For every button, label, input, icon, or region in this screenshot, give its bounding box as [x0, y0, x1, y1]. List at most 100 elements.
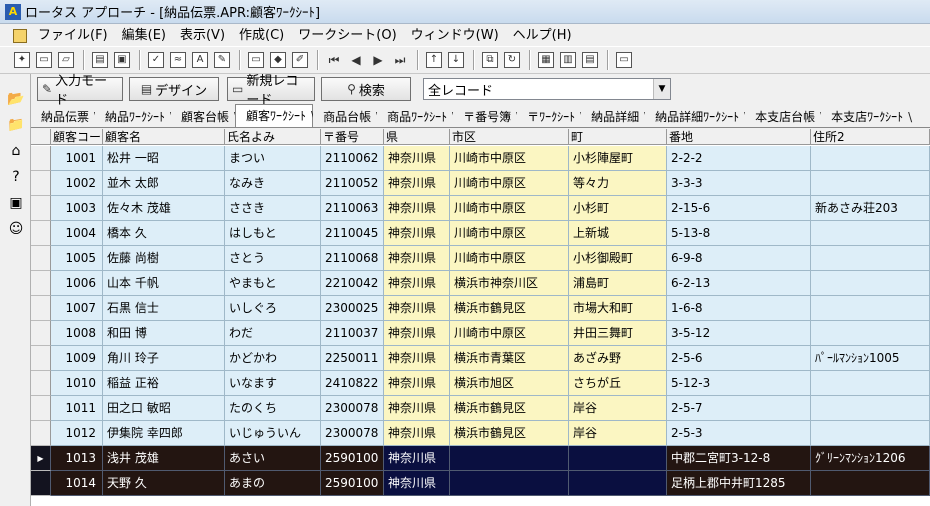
- cell-town[interactable]: 等々力: [569, 171, 667, 196]
- current-record-indicator-icon[interactable]: ▶: [31, 446, 51, 471]
- cell-city[interactable]: 横浜市青葉区: [450, 346, 569, 371]
- cell-city[interactable]: 川崎市中原区: [450, 246, 569, 271]
- new-file-icon[interactable]: ✦: [12, 50, 32, 70]
- column-header-city[interactable]: 市区: [450, 129, 569, 145]
- cell-name-kana[interactable]: かどかわ: [225, 346, 321, 371]
- cell-customer-name[interactable]: 橋本 久: [103, 221, 225, 246]
- cell-postal-code[interactable]: 2110045: [321, 221, 384, 246]
- cell-address-2[interactable]: [811, 421, 930, 446]
- cell-prefecture[interactable]: 神奈川県: [384, 471, 450, 496]
- cell-name-kana[interactable]: なみき: [225, 171, 321, 196]
- spell-check-icon[interactable]: ✓: [146, 50, 166, 70]
- cell-customer-code[interactable]: 1005: [51, 246, 103, 271]
- cell-street-address[interactable]: 2-5-7: [667, 396, 811, 421]
- cell-address-2[interactable]: [811, 221, 930, 246]
- cell-customer-name[interactable]: 和田 博: [103, 321, 225, 346]
- row-selector[interactable]: [31, 471, 51, 496]
- cell-address-2[interactable]: [811, 396, 930, 421]
- tab-delivery-worksheet[interactable]: 納品ﾜｰｸｼｰﾄ: [95, 107, 174, 127]
- cell-name-kana[interactable]: たのくち: [225, 396, 321, 421]
- cell-city[interactable]: 横浜市鶴見区: [450, 296, 569, 321]
- cell-postal-code[interactable]: 2110052: [321, 171, 384, 196]
- cell-postal-code[interactable]: 2410822: [321, 371, 384, 396]
- cell-customer-name[interactable]: 天野 久: [103, 471, 225, 496]
- cell-customer-name[interactable]: 角川 玲子: [103, 346, 225, 371]
- row-selector[interactable]: [31, 371, 51, 396]
- tab-branch-ledger[interactable]: 本支店台帳: [745, 107, 824, 127]
- cell-street-address[interactable]: 5-12-3: [667, 371, 811, 396]
- row-selector[interactable]: [31, 321, 51, 346]
- input-mode-button[interactable]: ✎ 入力モード: [37, 74, 123, 108]
- insert-field-icon[interactable]: ▭: [246, 50, 266, 70]
- cell-postal-code[interactable]: 2590100: [321, 471, 384, 496]
- cell-street-address[interactable]: 2-15-6: [667, 196, 811, 221]
- cell-city[interactable]: 横浜市鶴見区: [450, 421, 569, 446]
- table-row[interactable]: ▶ 1013 浅井 茂雄 あさい 2590100 神奈川県 中郡二宮町3-12-8 ｸﾞﾘｰﾝ…: [31, 446, 930, 471]
- refresh-icon[interactable]: ↻: [502, 50, 522, 70]
- row-selector[interactable]: [31, 171, 51, 196]
- open-folder-icon[interactable]: ▱: [56, 50, 76, 70]
- cell-city[interactable]: 川崎市中原区: [450, 196, 569, 221]
- cell-street-address[interactable]: 足柄上郡中井町1285: [667, 471, 811, 496]
- row-selector[interactable]: [31, 421, 51, 446]
- chevron-down-icon[interactable]: ▼: [653, 79, 670, 99]
- cell-town[interactable]: あざみ野: [569, 346, 667, 371]
- cell-customer-name[interactable]: 佐々木 茂雄: [103, 196, 225, 221]
- cell-customer-code[interactable]: 1011: [51, 396, 103, 421]
- cell-name-kana[interactable]: ささき: [225, 196, 321, 221]
- tab-postal-directory[interactable]: 〒番号簿: [453, 107, 520, 127]
- print-preview-icon[interactable]: ▣: [112, 50, 132, 70]
- select-all-corner[interactable]: [31, 129, 51, 145]
- cell-address-2[interactable]: [811, 271, 930, 296]
- column-header-address-2[interactable]: 住所2: [811, 129, 930, 145]
- menu-file[interactable]: ファイル(F): [31, 25, 115, 46]
- cell-city[interactable]: 川崎市中原区: [450, 171, 569, 196]
- cell-customer-name[interactable]: 松井 一昭: [103, 146, 225, 171]
- cell-town[interactable]: さちが丘: [569, 371, 667, 396]
- cell-address-2[interactable]: [811, 321, 930, 346]
- cell-town[interactable]: 浦島町: [569, 271, 667, 296]
- cell-prefecture[interactable]: 神奈川県: [384, 346, 450, 371]
- copy-icon[interactable]: ⧉: [480, 50, 500, 70]
- cell-prefecture[interactable]: 神奈川県: [384, 446, 450, 471]
- cell-postal-code[interactable]: 2110037: [321, 321, 384, 346]
- cell-address-2[interactable]: [811, 471, 930, 496]
- cell-street-address[interactable]: 2-5-3: [667, 421, 811, 446]
- sort-descending-icon[interactable]: ↓: [446, 50, 466, 70]
- cell-postal-code[interactable]: 2590100: [321, 446, 384, 471]
- print-icon[interactable]: ▤: [90, 50, 110, 70]
- row-selector[interactable]: [31, 271, 51, 296]
- help-icon[interactable]: ?: [5, 166, 27, 188]
- cell-prefecture[interactable]: 神奈川県: [384, 196, 450, 221]
- draw-icon[interactable]: ✐: [290, 50, 310, 70]
- column-header-postal-code[interactable]: 〒番号: [321, 129, 384, 145]
- table-row[interactable]: 1009 角川 玲子 かどかわ 2250011 神奈川県 横浜市青葉区 あざみ野 2-5-6 ﾊ…: [31, 346, 930, 371]
- table-row[interactable]: 1012 伊集院 幸四郎 いじゅういん 2300078 神奈川県 横浜市鶴見区 岸谷 2-5-…: [31, 421, 930, 446]
- table-row[interactable]: 1002 並木 太郎 なみき 2110052 神奈川県 川崎市中原区 等々力 3-3-3: [31, 171, 930, 196]
- tab-delivery-detail-worksheet[interactable]: 納品詳細ﾜｰｸｼｰﾄ: [645, 107, 748, 127]
- cell-town[interactable]: 小杉陣屋町: [569, 146, 667, 171]
- cell-customer-code[interactable]: 1008: [51, 321, 103, 346]
- menu-view[interactable]: 表示(V): [173, 25, 232, 46]
- cell-prefecture[interactable]: 神奈川県: [384, 221, 450, 246]
- cell-customer-code[interactable]: 1002: [51, 171, 103, 196]
- cell-prefecture[interactable]: 神奈川県: [384, 321, 450, 346]
- cell-street-address[interactable]: 2-5-6: [667, 346, 811, 371]
- table-row[interactable]: 1010 稲益 正裕 いなます 2410822 神奈川県 横浜市旭区 さちが丘 5-12-3: [31, 371, 930, 396]
- cell-name-kana[interactable]: やまもと: [225, 271, 321, 296]
- column-header-customer-name[interactable]: 顧客名: [103, 129, 225, 145]
- tab-delivery-detail[interactable]: 納品詳細: [581, 107, 648, 127]
- cell-customer-code[interactable]: 1013: [51, 446, 103, 471]
- row-selector[interactable]: [31, 221, 51, 246]
- cell-prefecture[interactable]: 神奈川県: [384, 371, 450, 396]
- table-row[interactable]: 1005 佐藤 尚樹 さとう 2110068 神奈川県 川崎市中原区 小杉御殿町 6-9-8: [31, 246, 930, 271]
- menu-window[interactable]: ウィンドウ(W): [404, 25, 506, 46]
- open-file-icon[interactable]: ▭: [34, 50, 54, 70]
- save-form-icon[interactable]: 📁: [5, 114, 27, 136]
- find-replace-icon[interactable]: ≈: [168, 50, 188, 70]
- cell-street-address[interactable]: 6-9-8: [667, 246, 811, 271]
- cell-street-address[interactable]: 5-13-8: [667, 221, 811, 246]
- row-selector[interactable]: [31, 246, 51, 271]
- properties-icon[interactable]: ▭: [614, 50, 634, 70]
- cell-street-address[interactable]: 中郡二宮町3-12-8: [667, 446, 811, 471]
